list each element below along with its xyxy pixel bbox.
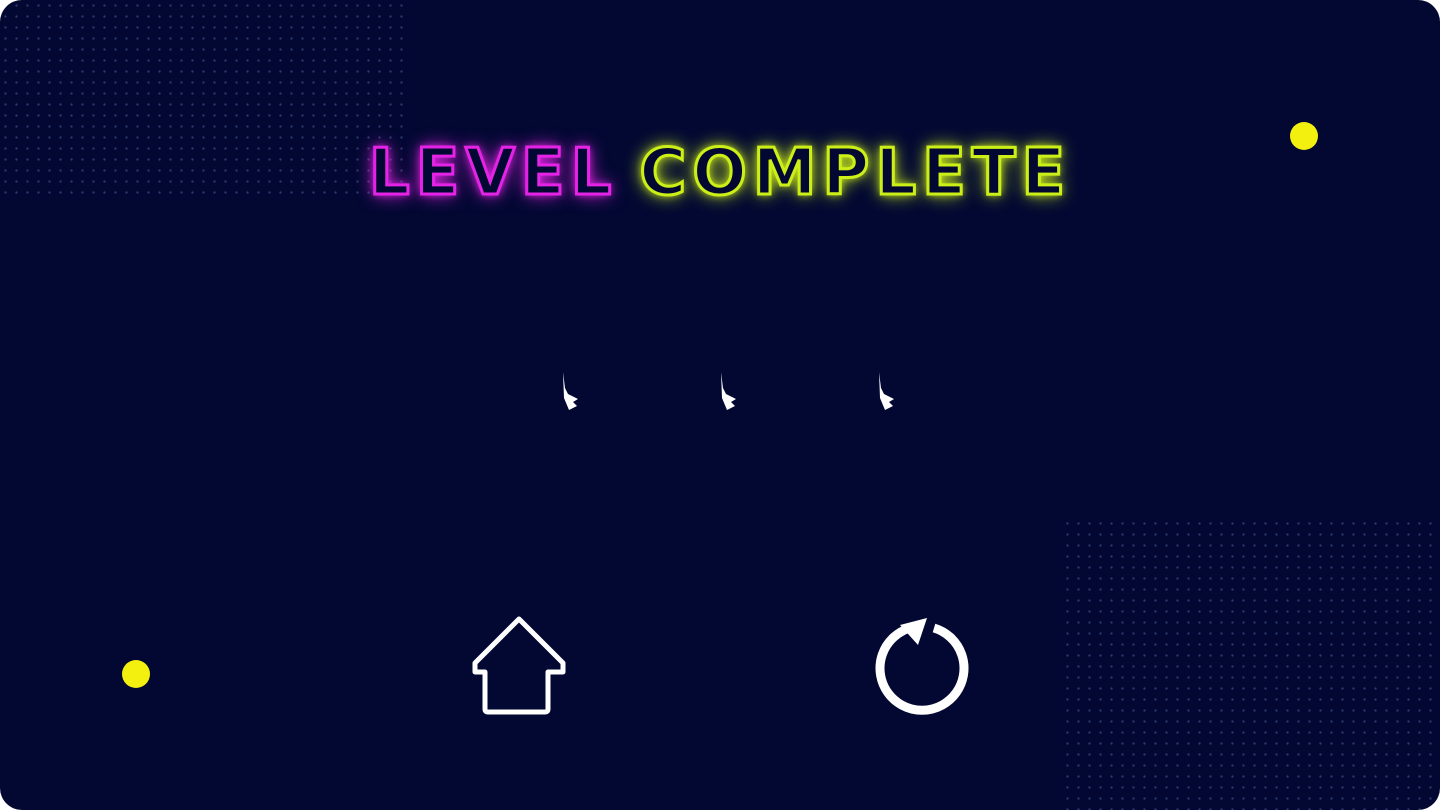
title-word-complete: COMPLETE — [638, 135, 1072, 212]
accent-dot-bottom-left — [122, 660, 150, 688]
replay-button[interactable] — [864, 610, 974, 720]
title-word-level: LEVEL — [367, 135, 618, 212]
replay-icon — [875, 618, 969, 715]
star-1-icon — [563, 372, 578, 410]
dot-pattern-bottom-right — [1062, 518, 1440, 810]
star-3-icon — [879, 372, 894, 410]
level-complete-title: LEVEL COMPLETE — [0, 128, 1440, 218]
home-button[interactable] — [464, 610, 574, 720]
star-rating — [0, 368, 1440, 418]
level-complete-screen: LEVEL COMPLETE — [0, 0, 1440, 810]
star-2-icon — [721, 372, 736, 410]
home-icon — [472, 616, 566, 715]
